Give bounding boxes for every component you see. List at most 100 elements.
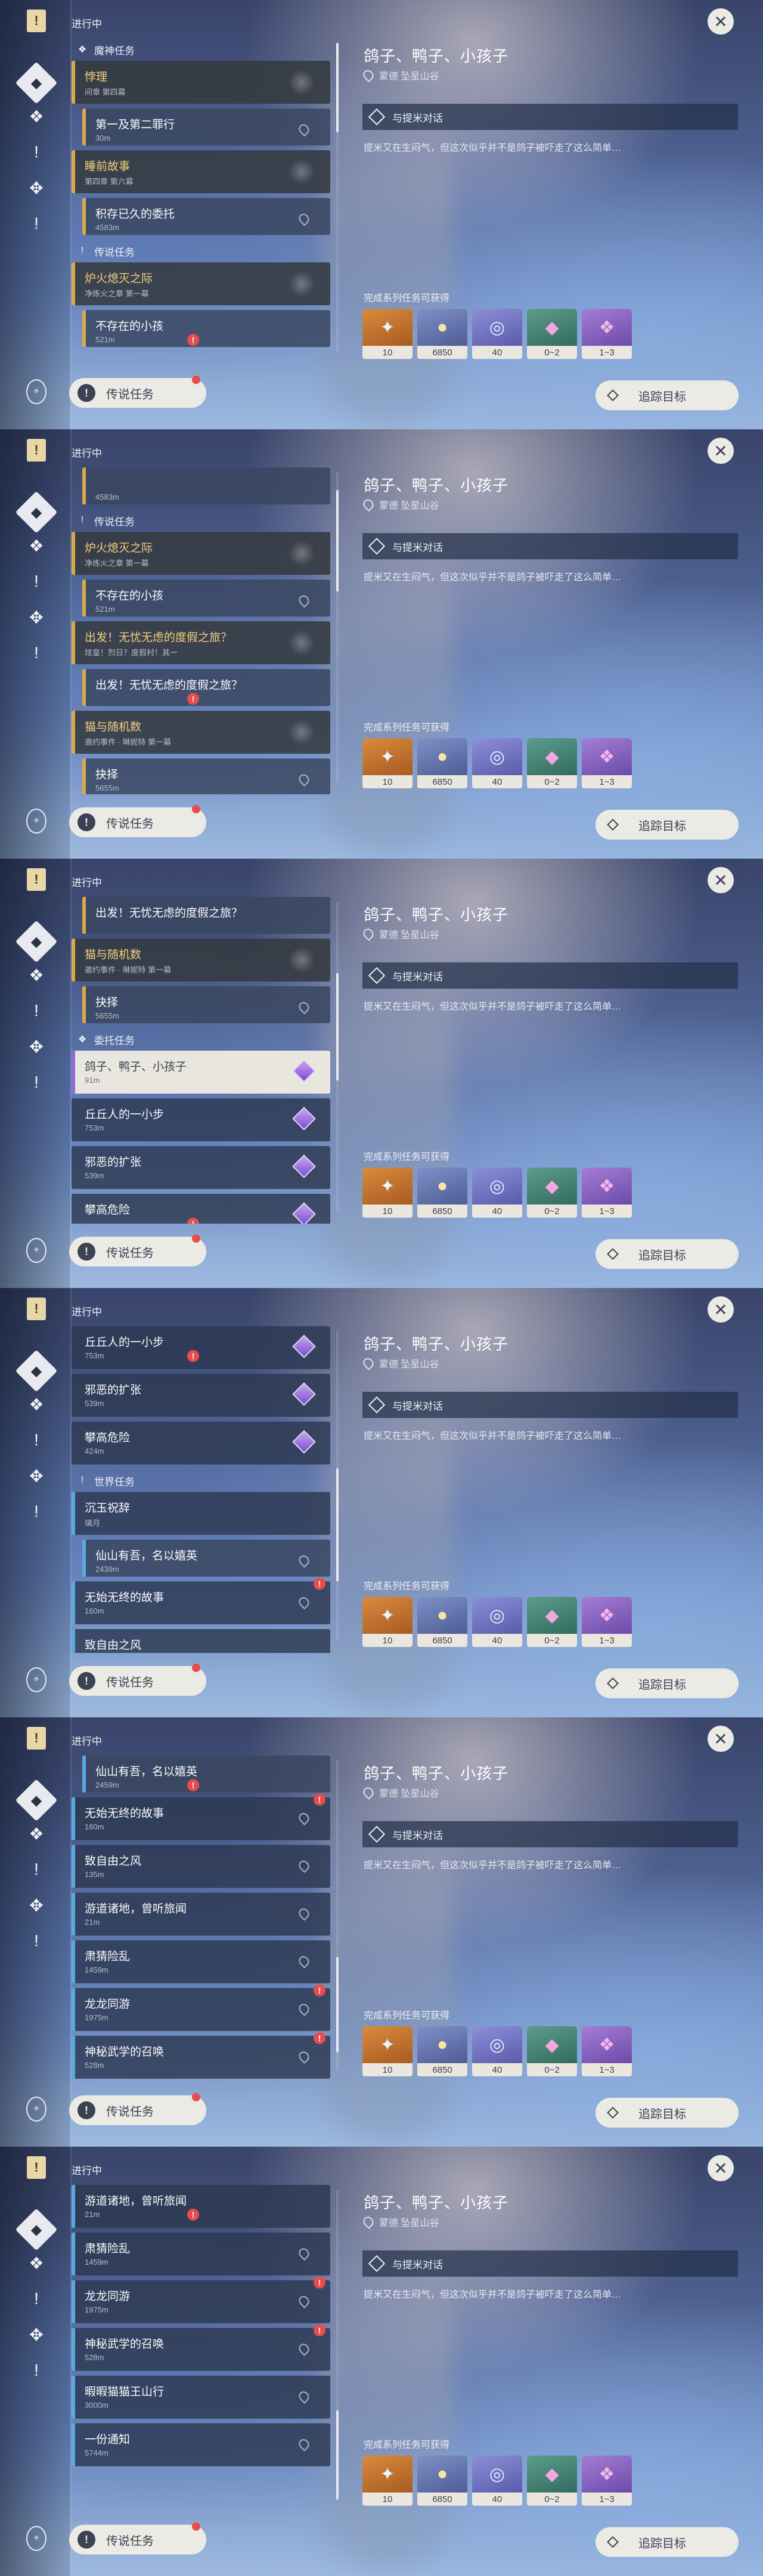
quest-entry[interactable]: 4583m [82,467,330,504]
quest-category-icon[interactable]: ◆ [15,2209,57,2250]
quest-entry[interactable]: 出发！无忧无虑的度假之旅？ [82,897,330,934]
navigation-toggle-icon[interactable]: ⌖ [26,1238,46,1263]
legend-quest-icon[interactable]: ! [26,1859,46,1880]
quest-entry[interactable]: 沉玉祝辞 璃月 [72,1492,330,1535]
reward-item[interactable]: ✦ 10 [362,2026,412,2076]
archon-quest-icon[interactable]: ❖ [26,535,46,556]
scrollbar[interactable] [336,2190,339,2500]
reward-item[interactable]: ● 6850 [417,309,467,359]
reward-item[interactable]: ✦ 10 [362,1168,412,1218]
reward-item[interactable]: ◆ 0~2 [527,1168,577,1218]
archon-quest-icon[interactable]: ❖ [26,2253,46,2273]
quest-entry[interactable]: 攀高危险 424m [72,1422,330,1465]
scrollbar-thumb[interactable] [336,973,339,1080]
close-button[interactable]: ✕ [708,1726,734,1752]
quest-entry[interactable]: 游道诸地，曾听旅闻 21m [72,1893,330,1936]
quest-entry[interactable]: 无始无终的故事 160m! [72,1794,330,1840]
scrollbar-thumb[interactable] [336,1468,339,1581]
quest-book-icon[interactable]: ! [26,10,46,32]
legend-quest-button[interactable]: ! 传说任务 [69,1234,206,1267]
quest-entry[interactable]: 神秘武学的召唤 528m! [72,2032,330,2079]
quest-book-icon[interactable]: ! [26,439,46,462]
quest-book-icon[interactable]: ! [26,868,46,891]
world-quest-icon[interactable]: ✥ [26,1466,46,1486]
quest-category-icon[interactable]: ◆ [15,1779,57,1821]
quest-list[interactable]: 4583m! 传说任务 炉火熄灭之际 净炼火之章 第一幕 不存在的小孩 521m 出发！无忧… [72,467,334,794]
scrollbar[interactable] [336,472,339,782]
reward-item[interactable]: ◆ 0~2 [527,1597,577,1647]
navigation-toggle-icon[interactable]: ⌖ [26,379,46,404]
reward-item[interactable]: ● 6850 [417,2026,467,2076]
quest-entry[interactable]: 龙龙同游 1975m! [72,2277,330,2323]
quest-entry[interactable]: 出发！无忧无虑的度假之旅？ 炫皇！烈日？度假村！其一 [72,621,330,664]
quest-entry[interactable]: 肃猜险乱 1459m [72,2233,330,2275]
quest-entry[interactable]: 第一及第二罪行 30m [82,109,330,145]
legend-quest-button[interactable]: ! 传说任务 [69,2522,206,2555]
reward-item[interactable]: ● 6850 [417,2456,467,2506]
world-quest-icon[interactable]: ✥ [26,1036,46,1057]
close-button[interactable]: ✕ [708,438,734,464]
commission-icon[interactable]: ! [26,1931,46,1951]
quest-category-icon[interactable]: ◆ [15,491,57,533]
reward-item[interactable]: ❖ 1~3 [582,309,632,359]
archon-quest-icon[interactable]: ❖ [26,1394,46,1414]
quest-entry[interactable]: 仙山有吾，名以嬉英 2459m! [82,1755,330,1792]
scrollbar-thumb[interactable] [336,490,339,592]
quest-list[interactable]: 游道诸地，曾听旅闻 21m! 肃猜险乱 1459m 龙龙同游 1975m! 神秘武学的召唤 5… [72,2185,334,2512]
quest-list[interactable]: 丘丘人的一小步 753m! 邪恶的扩张 539m 攀高危险 424m! 世界任务 沉玉祝辞 璃月… [72,1326,334,1653]
quest-entry[interactable]: 致自由之风 135m [72,1845,330,1888]
quest-book-icon[interactable]: ! [26,2156,46,2179]
commission-icon[interactable]: ! [26,1072,46,1092]
reward-item[interactable]: ◆ 0~2 [527,738,577,788]
reward-item[interactable]: ● 6850 [417,1597,467,1647]
reward-item[interactable]: ◎ 40 [472,2456,522,2506]
quest-entry[interactable]: 不存在的小孩 521m! [82,310,330,347]
reward-item[interactable]: ● 6850 [417,1168,467,1218]
quest-category-icon[interactable]: ◆ [15,62,57,104]
quest-category-icon[interactable]: ◆ [15,921,57,962]
quest-entry[interactable]: 致自由之风! [72,1629,330,1653]
legend-quest-button[interactable]: ! 传说任务 [69,1664,206,1696]
quest-entry[interactable]: 抉择 5655m [82,758,330,794]
quest-book-icon[interactable]: ! [26,1298,46,1320]
quest-entry[interactable]: 邪恶的扩张 539m [72,1374,330,1417]
reward-item[interactable]: ◆ 0~2 [527,309,577,359]
scrollbar-thumb[interactable] [336,2410,339,2500]
legend-quest-button[interactable]: ! 传说任务 [69,376,206,408]
archon-quest-icon[interactable]: ❖ [26,1823,46,1844]
reward-item[interactable]: ◎ 40 [472,1168,522,1218]
archon-quest-icon[interactable]: ❖ [26,106,46,126]
quest-entry[interactable]: 丘丘人的一小步 753m! [72,1326,330,1369]
quest-entry[interactable]: 猫与随机数 邀约事件 · 琳妮特 第一幕 [72,939,330,982]
commission-icon[interactable]: ! [26,2360,46,2380]
commission-icon[interactable]: ! [26,643,46,663]
track-target-button[interactable]: 追踪目标 [595,380,739,410]
quest-entry[interactable]: 仙山有吾，名以嬉英 2439m [82,1540,330,1577]
quest-entry[interactable]: 一份通知 5744m [72,2423,330,2466]
legend-quest-icon[interactable]: ! [26,1430,46,1450]
quest-entry[interactable]: 不存在的小孩 521m [82,580,330,617]
quest-entry[interactable]: 肃猜险乱 1459m [72,1940,330,1983]
world-quest-icon[interactable]: ✥ [26,2324,46,2345]
close-button[interactable]: ✕ [708,2155,734,2181]
reward-item[interactable]: ❖ 1~3 [582,738,632,788]
legend-quest-icon[interactable]: ! [26,1001,46,1021]
quest-entry[interactable]: 鸽子、鸭子、小孩子 91m [72,1051,330,1094]
navigation-toggle-icon[interactable]: ⌖ [26,809,46,834]
track-target-button[interactable]: 追踪目标 [595,1239,739,1269]
scrollbar[interactable] [336,1331,339,1641]
quest-entry[interactable]: 攀高危险! [72,1194,330,1224]
scrollbar[interactable] [336,902,339,1212]
scrollbar-thumb[interactable] [336,1957,339,2052]
reward-item[interactable]: ◆ 0~2 [527,2456,577,2506]
quest-book-icon[interactable]: ! [26,1727,46,1750]
quest-entry[interactable]: 丘丘人的一小步 753m [72,1098,330,1141]
quest-entry[interactable]: 猫与随机数 邀约事件 · 琳妮特 第一幕 [72,711,330,754]
quest-entry[interactable]: 悖理 间章 第四幕 [72,61,330,104]
reward-item[interactable]: ❖ 1~3 [582,2026,632,2076]
close-button[interactable]: ✕ [708,8,734,35]
scrollbar[interactable] [336,43,339,353]
quest-list[interactable]: 仙山有吾，名以嬉英 2459m! 无始无终的故事 160m! 致自由之风 135m 游道诸地… [72,1755,334,2082]
reward-item[interactable]: ✦ 10 [362,738,412,788]
reward-item[interactable]: ✦ 10 [362,2456,412,2506]
